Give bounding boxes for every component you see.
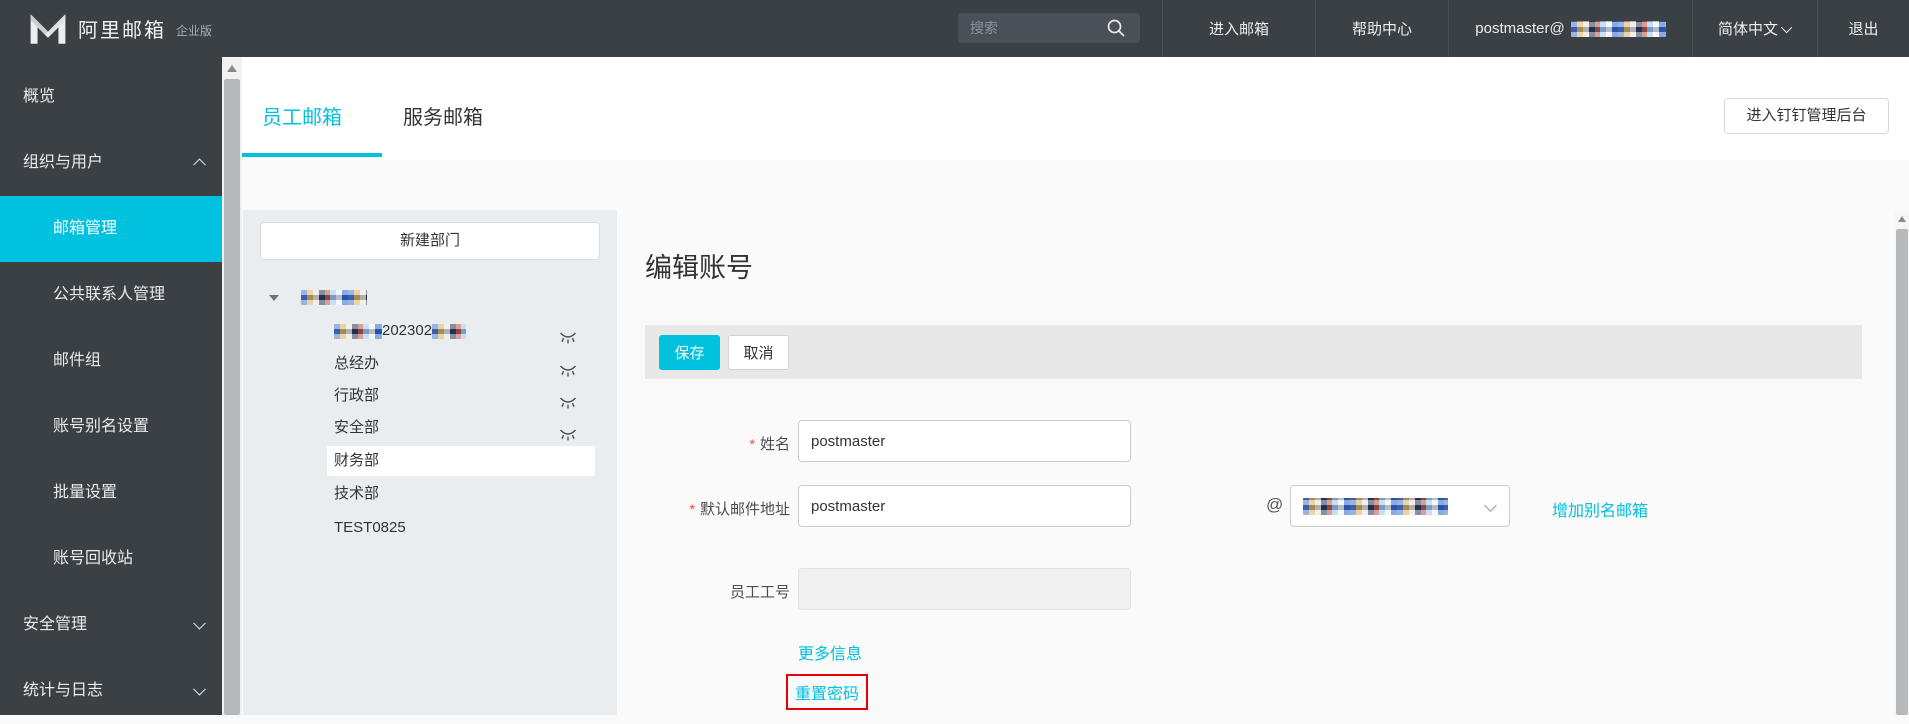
scrollbar-thumb[interactable] xyxy=(1896,229,1908,715)
add-alias-link[interactable]: 增加别名邮箱 xyxy=(1552,497,1648,521)
account-menu[interactable]: postmaster@ xyxy=(1448,0,1692,57)
chevron-down-icon xyxy=(193,617,206,630)
required-asterisk: * xyxy=(690,501,695,517)
domain-select[interactable] xyxy=(1290,485,1510,527)
sidebar-item-6[interactable]: 批量设置 xyxy=(0,460,222,526)
active-tab-underline xyxy=(242,153,382,157)
search-icon[interactable] xyxy=(1106,18,1126,38)
sidebar-item-label: 安全管理 xyxy=(23,616,87,633)
node-name-redacted xyxy=(432,324,466,339)
tab-service-mailbox[interactable]: 服务邮箱 xyxy=(403,101,483,130)
sidebar-item-label: 邮件组 xyxy=(53,352,101,369)
email-field-label: * 默认邮件地址 xyxy=(600,498,790,519)
sidebar-item-label: 账号回收站 xyxy=(53,550,133,567)
logo-text: 阿里邮箱 xyxy=(78,14,166,43)
sidebar-item-8[interactable]: 安全管理 xyxy=(0,592,222,658)
node-name-redacted xyxy=(334,324,382,339)
tree-node-安全部[interactable]: 安全部 xyxy=(327,413,595,443)
sidebar-item-1[interactable]: 组织与用户 xyxy=(0,130,222,196)
language-menu[interactable]: 简体中文 xyxy=(1692,0,1817,57)
logout-label: 退出 xyxy=(1848,18,1878,39)
sidebar-item-label: 统计与日志 xyxy=(23,682,103,699)
sidebar: 概览组织与用户邮箱管理公共联系人管理邮件组账号别名设置批量设置账号回收站安全管理… xyxy=(0,57,222,715)
employee-id-input xyxy=(798,568,1131,610)
employee-id-label-text: 员工工号 xyxy=(730,584,790,601)
name-label-text: 姓名 xyxy=(760,436,790,453)
email-label-text: 默认邮件地址 xyxy=(700,501,790,518)
tree-node-总经办[interactable]: 总经办 xyxy=(327,349,595,379)
sidebar-item-3[interactable]: 公共联系人管理 xyxy=(0,262,222,328)
sidebar-item-label: 账号别名设置 xyxy=(53,418,149,435)
root-name-redacted xyxy=(301,290,367,305)
sidebar-item-label: 公共联系人管理 xyxy=(53,286,165,303)
alimail-logo-icon xyxy=(28,14,68,44)
scrollbar-thumb[interactable] xyxy=(224,79,240,715)
tree-node-label: 安全部 xyxy=(334,419,379,436)
topbar: 阿里邮箱 企业版 进入邮箱 帮助中心 postmaster@ 简体中文 退出 xyxy=(0,0,1909,57)
tree-root-node[interactable] xyxy=(243,286,617,312)
page-title: 编辑账号 xyxy=(645,246,753,285)
logo-badge: 企业版 xyxy=(176,18,212,39)
sidebar-item-label: 批量设置 xyxy=(53,484,117,501)
main-header: 员工邮箱 服务邮箱 进入钉钉管理后台 xyxy=(242,57,1909,160)
logo: 阿里邮箱 企业版 xyxy=(28,0,212,57)
sidebar-item-0[interactable]: 概览 xyxy=(0,64,222,130)
language-label: 简体中文 xyxy=(1718,18,1778,39)
name-field-label: * 姓名 xyxy=(600,433,790,454)
tree-node-label: TEST0825 xyxy=(334,519,406,536)
tree-node-label: 202302 xyxy=(382,322,432,339)
sidebar-item-2[interactable]: 邮箱管理 xyxy=(0,196,222,262)
help-center-label: 帮助中心 xyxy=(1352,18,1412,39)
scroll-up-arrow-icon[interactable] xyxy=(1898,216,1906,222)
sidebar-item-label: 概览 xyxy=(23,88,55,105)
cancel-button[interactable]: 取消 xyxy=(728,335,789,370)
content-scrollbar[interactable] xyxy=(1894,210,1909,715)
tree-node-财务部[interactable]: 财务部 xyxy=(327,446,595,476)
name-input[interactable] xyxy=(798,420,1131,462)
tree-node-label: 技术部 xyxy=(334,485,379,502)
at-symbol: @ xyxy=(1266,495,1283,515)
help-center-link[interactable]: 帮助中心 xyxy=(1315,0,1448,57)
chevron-down-icon xyxy=(1781,21,1792,32)
tree-node-label: 总经办 xyxy=(334,355,379,372)
sidebar-item-4[interactable]: 邮件组 xyxy=(0,328,222,394)
logout-button[interactable]: 退出 xyxy=(1817,0,1909,57)
topbar-nav: 进入邮箱 帮助中心 postmaster@ 简体中文 退出 xyxy=(1162,0,1909,57)
chevron-up-icon xyxy=(193,158,206,171)
scroll-up-arrow-icon[interactable] xyxy=(227,65,237,72)
enter-mailbox-label: 进入邮箱 xyxy=(1209,18,1269,39)
department-tree-panel: 新建部门 202302总经办行政部安全部财务部技术部 TEST0825 xyxy=(243,210,617,715)
tree-node-行政部[interactable]: 行政部 xyxy=(327,381,595,411)
reset-password-link[interactable]: 重置密码 xyxy=(795,680,859,704)
dingtalk-admin-button[interactable]: 进入钉钉管理后台 xyxy=(1724,98,1889,134)
caret-down-icon[interactable] xyxy=(269,295,279,301)
enter-mailbox-link[interactable]: 进入邮箱 xyxy=(1162,0,1315,57)
tree-node-label: 财务部 xyxy=(334,452,379,469)
tree-node-技术部[interactable]: 技术部 xyxy=(327,479,595,509)
sidebar-scrollbar[interactable] xyxy=(222,57,242,715)
sidebar-item-9[interactable]: 统计与日志 xyxy=(0,658,222,724)
topbar-search[interactable] xyxy=(958,13,1140,43)
form-toolbar xyxy=(645,325,1862,379)
tree-node-label: 行政部 xyxy=(334,387,379,404)
more-info-link[interactable]: 更多信息 xyxy=(798,640,862,664)
tree-node-TEST0825[interactable]: TEST0825 xyxy=(327,513,595,543)
chevron-down-icon xyxy=(193,683,206,696)
tree-node-redacted-0[interactable]: 202302 xyxy=(327,316,595,346)
new-department-button[interactable]: 新建部门 xyxy=(260,222,600,260)
account-prefix-label: postmaster@ xyxy=(1475,20,1564,37)
save-button[interactable]: 保存 xyxy=(659,335,720,370)
sidebar-item-5[interactable]: 账号别名设置 xyxy=(0,394,222,460)
employee-id-label: 员工工号 xyxy=(600,581,790,602)
sidebar-item-label: 邮箱管理 xyxy=(53,220,117,237)
account-domain-redacted xyxy=(1571,21,1666,37)
sidebar-item-7[interactable]: 账号回收站 xyxy=(0,526,222,592)
reset-password-annotation-box: 重置密码 xyxy=(786,674,868,710)
tab-employee-mailbox[interactable]: 员工邮箱 xyxy=(262,101,342,130)
domain-redacted xyxy=(1303,498,1448,515)
sidebar-item-label: 组织与用户 xyxy=(23,154,103,171)
chevron-down-icon xyxy=(1484,499,1497,512)
email-local-part-input[interactable] xyxy=(798,485,1131,527)
required-asterisk: * xyxy=(750,436,755,452)
